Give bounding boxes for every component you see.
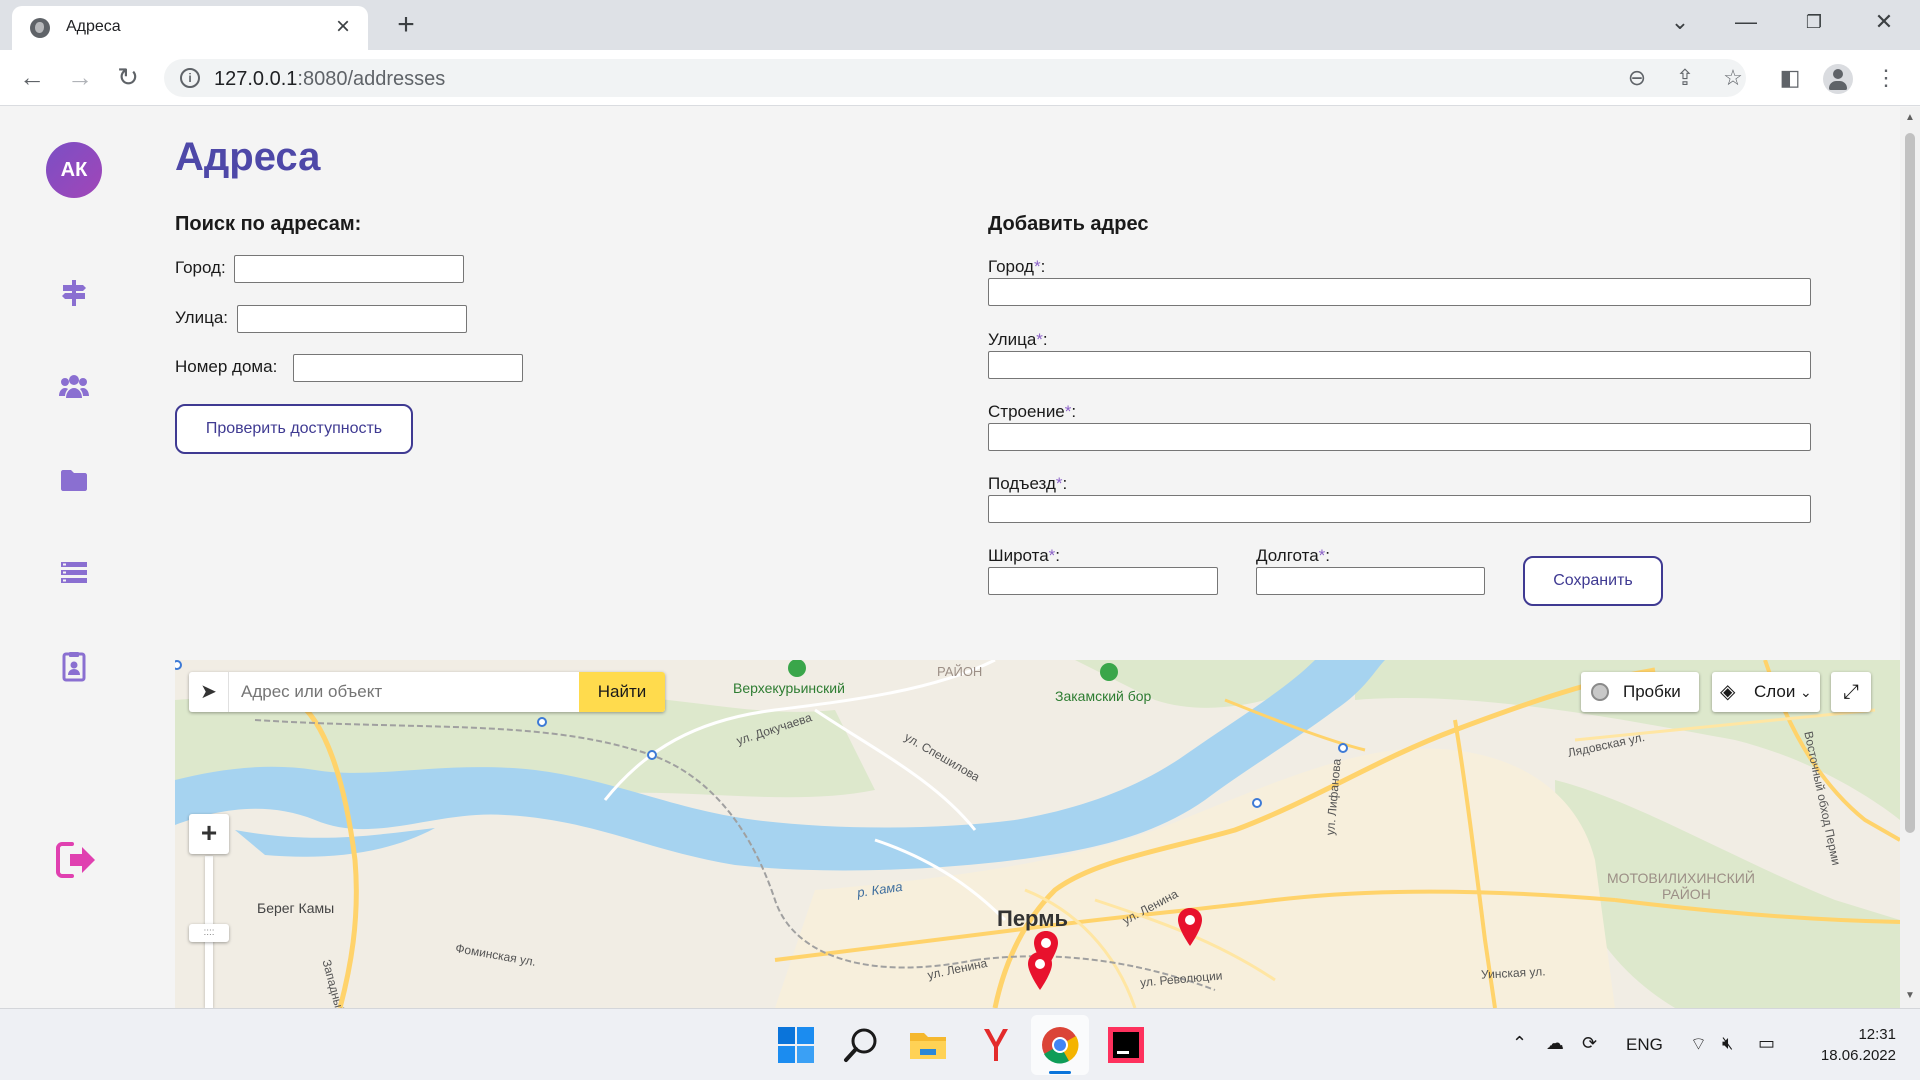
forward-icon[interactable]: → <box>64 62 96 94</box>
close-tab-icon[interactable]: × <box>330 14 356 40</box>
minimize-button[interactable]: — <box>1718 6 1774 38</box>
logout-icon[interactable] <box>54 840 98 880</box>
zoom-slider-handle[interactable]: :::: <box>189 924 229 942</box>
map-search-bar: ➤ Найти <box>189 672 665 712</box>
language-indicator[interactable]: ENG <box>1626 1035 1663 1055</box>
map-widget[interactable]: Верхекурьинский РАЙОН Закамский бор ул. … <box>175 660 1900 1008</box>
browser-toolbar: ← → ↻ i 127.0.0.1:8080/addresses ⊖ ⇪ ☆ ◧… <box>0 50 1920 106</box>
site-info-icon[interactable]: i <box>180 68 200 88</box>
windows-start-icon[interactable] <box>774 1023 818 1067</box>
traffic-button[interactable]: Пробки <box>1581 672 1699 712</box>
map-pin-icon[interactable] <box>1175 906 1205 948</box>
list-icon[interactable] <box>58 557 90 589</box>
chrome-icon[interactable] <box>1038 1023 1082 1067</box>
tab-title: Адреса <box>66 18 121 35</box>
new-tab-button[interactable]: + <box>390 10 422 42</box>
url-text: 127.0.0.1:8080/addresses <box>214 68 446 90</box>
chevron-down-icon: ⌄ <box>1800 684 1812 700</box>
add-longitude-label: Долгота*: <box>1256 546 1331 565</box>
tray-chevron-up-icon[interactable]: ⌃ <box>1512 1033 1527 1054</box>
search-city-input[interactable] <box>234 255 464 283</box>
browser-tabstrip: Адреса × + ⌄ — ❐ ✕ <box>0 0 1920 50</box>
add-street-input[interactable] <box>988 351 1811 379</box>
reload-icon[interactable]: ↻ <box>112 62 144 94</box>
map-label-rayon-top: РАЙОН <box>937 664 983 679</box>
users-icon[interactable] <box>58 370 90 402</box>
side-panel-icon[interactable]: ◧ <box>1774 62 1806 94</box>
back-icon[interactable]: ← <box>16 62 48 94</box>
zoom-in-button[interactable]: + <box>189 814 229 854</box>
layers-icon: ◈ <box>1720 681 1736 703</box>
sync-icon[interactable]: ⟳ <box>1582 1033 1597 1054</box>
tab-search-icon[interactable]: ⌄ <box>1652 6 1708 38</box>
wifi-icon[interactable]: ⌔ <box>1690 1033 1707 1056</box>
file-explorer-icon[interactable] <box>906 1023 950 1067</box>
clock-time: 12:31 <box>1858 1026 1896 1043</box>
add-city-input[interactable] <box>988 278 1811 306</box>
page-scrollbar[interactable]: ▲ ▼ <box>1900 107 1920 1008</box>
clipboard-user-icon[interactable] <box>58 650 90 682</box>
add-longitude-input[interactable] <box>1256 567 1485 595</box>
add-entrance-label: Подъезд*: <box>988 474 1068 493</box>
layers-label: Слои <box>1754 682 1796 701</box>
map-pin-icon[interactable] <box>1025 950 1055 992</box>
search-house-input[interactable] <box>293 354 523 382</box>
add-entrance-input[interactable] <box>988 495 1811 523</box>
windows-taskbar: ⌃ ☁ ⟳ ENG ⌔ 🔇︎ ▭ 12:31 18.06.2022 <box>0 1008 1920 1080</box>
search-house-label: Номер дома: <box>175 357 278 376</box>
menu-kebab-icon[interactable]: ⋮ <box>1870 62 1902 94</box>
search-city-label: Город: <box>175 258 226 277</box>
intellij-idea-icon[interactable] <box>1104 1023 1148 1067</box>
add-latitude-input[interactable] <box>988 567 1218 595</box>
user-avatar[interactable]: АК <box>46 142 102 198</box>
map-search-input[interactable] <box>237 672 567 712</box>
battery-icon[interactable]: ▭ <box>1758 1033 1775 1054</box>
search-icon[interactable] <box>840 1023 884 1067</box>
chrome-active-indicator <box>1049 1071 1071 1074</box>
map-label-motovilikha: МОТОВИЛИХИНСКИЙ <box>1607 870 1755 886</box>
close-window-button[interactable]: ✕ <box>1856 6 1912 38</box>
page-content: АК Адреса Поиск по адресам: Город: Улица… <box>0 107 1900 1008</box>
onedrive-cloud-icon[interactable]: ☁ <box>1546 1033 1564 1054</box>
add-section-title: Добавить адрес <box>988 213 1149 235</box>
system-clock[interactable]: 12:31 18.06.2022 <box>1806 1024 1896 1066</box>
browser-tab[interactable]: Адреса × <box>12 6 368 50</box>
restore-button[interactable]: ❐ <box>1786 6 1842 38</box>
scroll-down-icon[interactable]: ▼ <box>1904 991 1916 1001</box>
map-label-bereg: Берег Камы <box>257 900 335 916</box>
add-latitude-label: Широта*: <box>988 546 1061 565</box>
zoom-icon[interactable]: ⊖ <box>1624 65 1650 91</box>
search-street-input[interactable] <box>237 305 467 333</box>
search-street-label: Улица: <box>175 308 228 327</box>
traffic-label: Пробки <box>1623 682 1681 701</box>
add-building-label: Строение*: <box>988 402 1077 421</box>
search-section-title: Поиск по адресам: <box>175 213 362 235</box>
clock-date: 18.06.2022 <box>1820 1047 1896 1064</box>
globe-icon <box>30 18 50 38</box>
fullscreen-icon[interactable]: ⤢ <box>1831 672 1871 712</box>
yandex-browser-icon[interactable] <box>972 1023 1016 1067</box>
map-label-zakamsky-bor: Закамский бор <box>1055 688 1152 704</box>
add-street-label: Улица*: <box>988 330 1048 349</box>
traffic-light-icon <box>1591 683 1609 701</box>
scroll-up-icon[interactable]: ▲ <box>1904 113 1916 123</box>
add-city-label: Город*: <box>988 257 1046 276</box>
share-icon[interactable]: ⇪ <box>1672 65 1698 91</box>
folder-icon[interactable] <box>58 464 90 496</box>
save-address-button[interactable]: Сохранить <box>1523 556 1663 606</box>
geolocation-arrow-icon[interactable]: ➤ <box>189 672 229 712</box>
page-title: Адреса <box>175 135 321 179</box>
profile-avatar-icon[interactable] <box>1823 64 1853 94</box>
address-bar[interactable]: i 127.0.0.1:8080/addresses ⊖ ⇪ ☆ <box>164 59 1746 97</box>
layers-button[interactable]: ◈ Слои ⌄ <box>1712 672 1820 712</box>
map-find-button[interactable]: Найти <box>579 672 665 712</box>
add-building-input[interactable] <box>988 423 1811 451</box>
signpost-icon[interactable] <box>58 277 90 309</box>
check-availability-button[interactable]: Проверить доступность <box>175 404 413 454</box>
map-label-rayon-motov: РАЙОН <box>1662 886 1711 902</box>
bookmark-star-icon[interactable]: ☆ <box>1720 65 1746 91</box>
scrollbar-thumb[interactable] <box>1905 133 1915 833</box>
map-label-verkhnekurinsky: Верхекурьинский <box>733 680 845 696</box>
volume-muted-icon[interactable]: 🔇︎ <box>1722 1033 1733 1054</box>
